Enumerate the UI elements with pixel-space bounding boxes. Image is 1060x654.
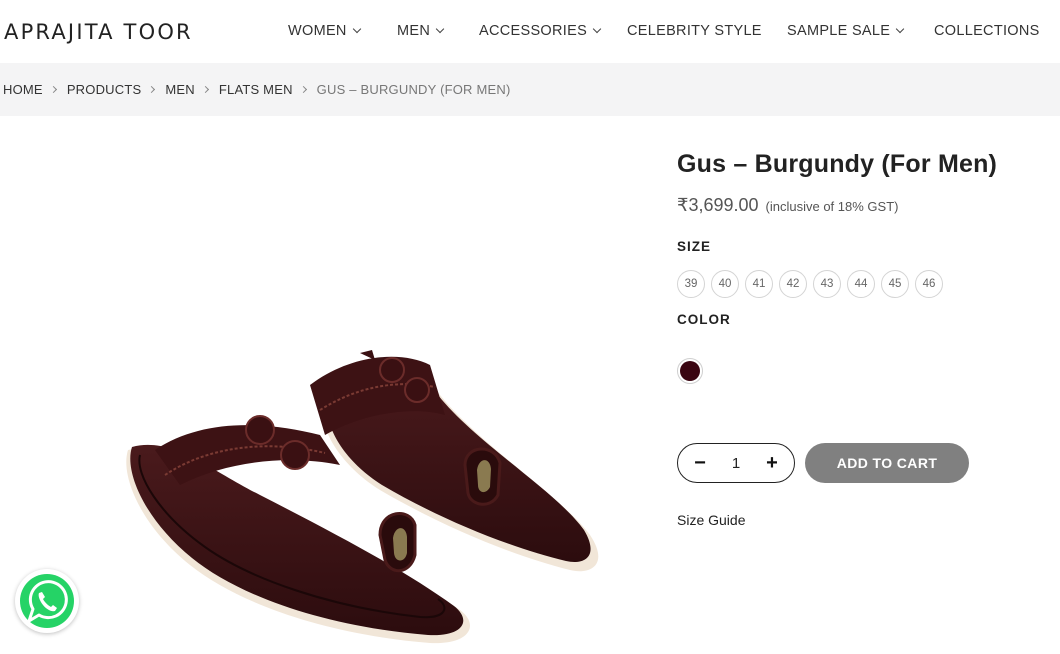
nav-accessories[interactable]: ACCESSORIES xyxy=(479,23,602,39)
size-options: 39 40 41 42 43 44 45 46 xyxy=(677,270,943,298)
nav-sample-sale[interactable]: SAMPLE SALE xyxy=(787,23,905,39)
chevron-right-icon xyxy=(299,85,307,94)
whatsapp-button[interactable] xyxy=(15,569,79,633)
nav-men[interactable]: MEN xyxy=(397,23,445,39)
breadcrumb-flats-men[interactable]: FLATS MEN xyxy=(219,82,293,97)
chevron-down-icon xyxy=(435,24,445,34)
add-to-cart-button[interactable]: ADD TO CART xyxy=(805,443,969,483)
nav-label: MEN xyxy=(397,23,431,39)
product-price: ₹3,699.00 xyxy=(677,195,759,215)
breadcrumb-current: GUS – BURGUNDY (FOR MEN) xyxy=(316,82,511,97)
nav-women[interactable]: WOMEN xyxy=(288,23,361,39)
nav-label: CELEBRITY STYLE xyxy=(627,23,762,39)
size-option-41[interactable]: 41 xyxy=(745,270,773,298)
breadcrumb-men[interactable]: MEN xyxy=(165,82,195,97)
size-option-46[interactable]: 46 xyxy=(915,270,943,298)
right-sandal xyxy=(310,350,599,572)
nav-celebrity-style[interactable]: CELEBRITY STYLE xyxy=(627,23,762,39)
size-option-44[interactable]: 44 xyxy=(847,270,875,298)
size-option-40[interactable]: 40 xyxy=(711,270,739,298)
size-option-42[interactable]: 42 xyxy=(779,270,807,298)
nav-label: WOMEN xyxy=(288,23,347,39)
chevron-down-icon xyxy=(896,24,905,34)
nav-collections[interactable]: COLLECTIONS xyxy=(934,23,1040,39)
size-label: SIZE xyxy=(677,239,712,254)
nav-label: SAMPLE SALE xyxy=(787,23,891,39)
quantity-decrease-button[interactable]: − xyxy=(692,453,708,473)
chevron-right-icon xyxy=(148,85,156,94)
color-swatch-dot xyxy=(680,361,700,381)
breadcrumb-home[interactable]: HOME xyxy=(3,82,43,97)
breadcrumb-products[interactable]: PRODUCTS xyxy=(67,82,142,97)
site-header: APRAJITA TOOR WOMEN MEN ACCESSORIES CELE… xyxy=(0,0,1060,63)
color-label: COLOR xyxy=(677,312,731,327)
chevron-right-icon xyxy=(201,85,209,94)
quantity-value[interactable]: 1 xyxy=(732,455,740,472)
breadcrumb-bar: HOME PRODUCTS MEN FLATS MEN GUS – BURGUN… xyxy=(0,63,1060,116)
quantity-stepper: − 1 + xyxy=(677,443,795,483)
size-guide-link[interactable]: Size Guide xyxy=(677,512,745,528)
chevron-down-icon xyxy=(592,24,602,34)
product-title: Gus – Burgundy (For Men) xyxy=(677,150,998,178)
size-option-43[interactable]: 43 xyxy=(813,270,841,298)
whatsapp-icon xyxy=(20,574,74,628)
nav-label: COLLECTIONS xyxy=(934,23,1040,39)
chevron-down-icon xyxy=(352,24,361,34)
size-option-39[interactable]: 39 xyxy=(677,270,705,298)
breadcrumb: HOME PRODUCTS MEN FLATS MEN GUS – BURGUN… xyxy=(3,82,510,97)
price-row: ₹3,699.00 (inclusive of 18% GST) xyxy=(677,195,898,216)
chevron-right-icon xyxy=(49,85,57,94)
nav-label: ACCESSORIES xyxy=(479,23,588,39)
color-swatch-burgundy[interactable] xyxy=(677,358,703,384)
product-image[interactable] xyxy=(110,325,610,654)
main-nav: WOMEN MEN ACCESSORIES CELEBRITY STYLE SA… xyxy=(0,23,1060,43)
tax-note: (inclusive of 18% GST) xyxy=(765,199,899,214)
quantity-increase-button[interactable]: + xyxy=(764,453,780,473)
size-option-45[interactable]: 45 xyxy=(881,270,909,298)
